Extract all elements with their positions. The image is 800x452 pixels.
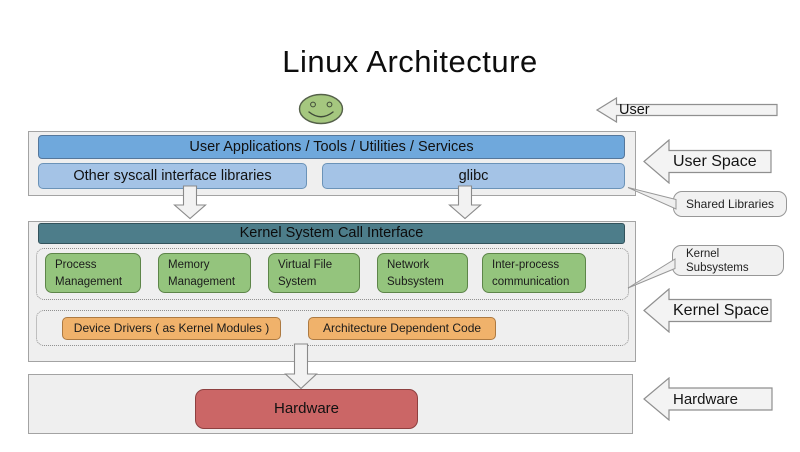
subsystem-box-memory-management: Memory Management (158, 253, 251, 293)
subsystem-box-interprocess-communication: Inter-process communication (482, 253, 586, 293)
subsystem-box-virtual-file-system: Virtual File System (268, 253, 360, 293)
subsystem-box-network-subsystem: Network Subsystem (377, 253, 468, 293)
page-title: Linux Architecture (180, 44, 640, 80)
smiley-face-icon (300, 95, 343, 124)
other-syscall-libraries-box: Other syscall interface libraries (38, 163, 307, 189)
side-arrow-hardware: Hardware (643, 377, 773, 421)
side-arrow-hardware-label: Hardware (673, 377, 738, 421)
subsystem-box-process-management: Process Management (45, 253, 141, 293)
user-applications-bar: User Applications / Tools / Utilities / … (38, 135, 625, 159)
callout-kernel-subsystems: Kernel Subsystems (672, 245, 784, 276)
side-arrow-user-space: User Space (643, 139, 772, 184)
side-arrow-kernel-space: Kernel Space (643, 288, 772, 333)
hardware-box: Hardware (195, 389, 418, 429)
module-box-device-drivers: Device Drivers ( as Kernel Modules ) (62, 317, 281, 340)
glibc-box: glibc (322, 163, 625, 189)
kernel-syscall-interface-bar: Kernel System Call Interface (38, 223, 625, 244)
side-arrow-user-space-label: User Space (673, 139, 757, 184)
side-arrow-user: User (596, 97, 778, 123)
callout-shared-libraries-label: Shared Libraries (686, 197, 774, 211)
callout-shared-libraries: Shared Libraries (673, 191, 787, 217)
callout-kernel-subsystems-line1: Kernel (686, 248, 783, 262)
side-arrow-kernel-space-label: Kernel Space (673, 288, 769, 333)
callout-kernel-subsystems-line2: Subsystems (686, 262, 783, 276)
module-box-architecture-dependent-code: Architecture Dependent Code (308, 317, 496, 340)
side-arrow-user-label: User (619, 97, 650, 123)
linux-architecture-diagram: Linux Architecture User Applications / T… (0, 0, 800, 452)
